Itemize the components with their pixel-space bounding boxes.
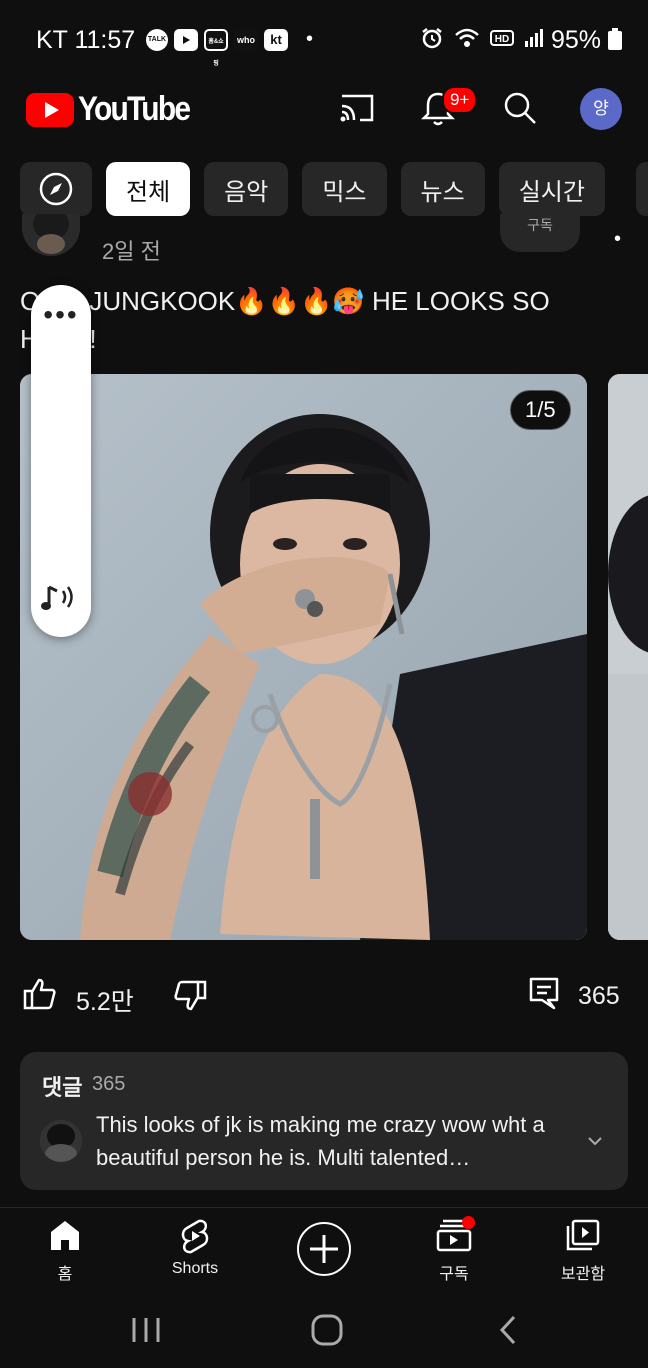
bottom-navigation: 홈 Shorts 구독 보관함 xyxy=(0,1207,648,1297)
plus-icon xyxy=(310,1235,338,1263)
whowho-icon: who xyxy=(234,28,258,51)
top-comment-text: This looks of jk is making me crazy wow … xyxy=(96,1112,545,1170)
chip-overflow[interactable] xyxy=(636,162,648,216)
signal-icon xyxy=(525,29,543,47)
filter-chips: 전체 음악 믹스 뉴스 실시간 xyxy=(20,162,605,216)
logo-text: YouTube xyxy=(78,90,191,128)
chip-news[interactable]: 뉴스 xyxy=(400,162,485,216)
nav-home-label: 홈 xyxy=(57,1266,73,1283)
commenter-avatar xyxy=(40,1120,82,1162)
chip-mix[interactable]: 믹스 xyxy=(302,162,387,216)
image-counter: 1/5 xyxy=(510,390,571,430)
battery-icon xyxy=(608,28,622,50)
svg-text:HD: HD xyxy=(495,34,509,45)
nav-library-label: 보관함 xyxy=(560,1266,606,1283)
homeshopping-icon: 홈&쇼핑 xyxy=(204,28,228,67)
floating-panel[interactable]: ••• xyxy=(31,285,91,637)
chip-live[interactable]: 실시간 xyxy=(498,162,605,216)
search-icon xyxy=(504,92,536,124)
new-content-dot xyxy=(462,1216,475,1229)
post-text: OMG JUNGKOOK🔥🔥🔥🥵 HE LOOKS SO HOT!!! xyxy=(20,282,610,358)
comments-section[interactable]: 댓글 365 This looks of jk is making me cra… xyxy=(20,1052,628,1190)
kt-icon: kt xyxy=(264,28,288,51)
post-more-icon[interactable]: • xyxy=(614,228,621,251)
nav-shorts-label: Shorts xyxy=(171,1260,219,1277)
library-icon xyxy=(566,1219,600,1251)
alarm-icon xyxy=(422,28,442,49)
battery-percent: 95% xyxy=(551,26,602,54)
home-system-icon[interactable] xyxy=(310,1313,344,1347)
subscribe-button[interactable]: 구독 xyxy=(500,214,580,252)
battery-status: 95% xyxy=(551,26,622,55)
post-text-line-1: OMG JUNGKOOK🔥🔥🔥🥵 HE LOOKS SO xyxy=(20,286,550,316)
comments-count: 365 xyxy=(92,1073,126,1095)
app-header: YouTube 9+ 양 xyxy=(0,80,648,138)
post-time: 2일 전 xyxy=(102,239,161,264)
comment-count: 365 xyxy=(578,982,620,1010)
next-image-preview[interactable] xyxy=(608,374,648,940)
thumbs-down-icon xyxy=(174,980,207,1011)
chip-music[interactable]: 음악 xyxy=(204,162,289,216)
home-icon xyxy=(51,1221,79,1250)
system-icons: HD xyxy=(420,26,544,50)
comments-button[interactable] xyxy=(528,976,560,1015)
like-count: 5.2만 xyxy=(76,988,134,1016)
channel-avatar[interactable] xyxy=(22,214,80,256)
back-icon[interactable] xyxy=(496,1313,520,1347)
like-button[interactable] xyxy=(22,976,58,1017)
cast-button[interactable] xyxy=(338,92,376,129)
thumbs-up-icon xyxy=(23,978,56,1010)
create-button[interactable] xyxy=(297,1222,351,1276)
music-sound-icon[interactable] xyxy=(41,581,81,620)
wifi-icon xyxy=(455,28,479,47)
youtube-logo[interactable]: YouTube xyxy=(26,90,204,129)
panel-more-icon[interactable]: ••• xyxy=(31,299,91,331)
kakaotalk-icon: TALK xyxy=(146,28,168,51)
post-text-line-2: HOT!!! xyxy=(20,320,610,358)
explore-chip[interactable] xyxy=(20,162,92,216)
hd-voice-icon: HD xyxy=(490,30,514,46)
youtube-notif-icon xyxy=(174,28,198,51)
comment-icon xyxy=(529,977,559,1010)
search-button[interactable] xyxy=(502,90,538,131)
post-image[interactable] xyxy=(20,374,587,940)
notification-icons: TALK 홈&쇼핑 who kt • xyxy=(146,28,314,67)
youtube-play-icon xyxy=(26,92,74,127)
carrier-time: KT 11:57 xyxy=(36,26,136,54)
more-notifications-dot: • xyxy=(306,28,314,50)
notification-badge: 9+ xyxy=(442,86,478,114)
chip-all[interactable]: 전체 xyxy=(106,162,191,216)
system-navigation xyxy=(0,1297,648,1368)
account-avatar[interactable]: 양 xyxy=(580,88,622,130)
shorts-icon xyxy=(181,1219,209,1254)
chevron-down-icon[interactable] xyxy=(586,1134,604,1152)
nav-subscriptions-label: 구독 xyxy=(439,1266,469,1283)
recent-apps-icon[interactable] xyxy=(130,1315,162,1345)
comments-title: 댓글 xyxy=(42,1075,83,1100)
dislike-button[interactable] xyxy=(172,978,208,1019)
status-bar: KT 11:57 TALK 홈&쇼핑 who kt • HD 95% xyxy=(0,0,648,80)
cast-icon xyxy=(340,94,374,122)
compass-icon xyxy=(39,172,73,206)
